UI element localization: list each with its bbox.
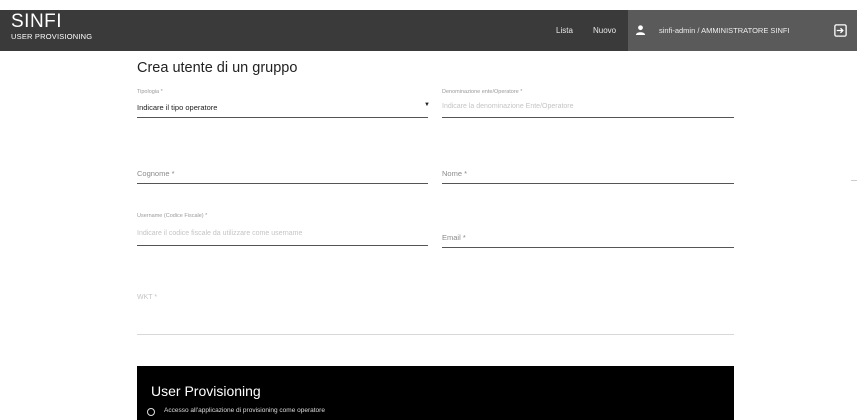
operator-access-radio[interactable] [147,408,155,416]
page-title: Crea utente di un gruppo [137,60,298,76]
denominazione-placeholder: Indicare la denominazione Ente/Operatore [442,103,574,110]
tipologia-value: Indicare il tipo operatore [137,103,218,112]
divider [851,180,857,181]
cognome-field[interactable]: Cognome * [137,164,428,184]
tipologia-select[interactable]: Indicare il tipo operatore [137,98,428,118]
email-field[interactable]: Email * [442,228,734,248]
email-label: Email * [442,233,466,242]
denominazione-label: Denominazione ente/Operatore * [442,89,523,95]
nome-field[interactable]: Nome * [442,164,734,184]
user-label: sinfi-admin / AMMINISTRATORE SINFI [659,26,790,35]
top-navbar: SINFI USER PROVISIONING Lista Nuovo sinf… [0,10,857,51]
cognome-label: Cognome * [137,169,175,178]
wkt-field[interactable]: WKT * [137,290,734,335]
chevron-down-icon[interactable]: ▼ [424,102,430,108]
operator-access-label[interactable]: Accesso all'applicazione di provisioning… [164,407,325,414]
brand-title: SINFI [11,11,63,32]
user-provisioning-panel: User Provisioning Accesso all'applicazio… [137,366,734,420]
user-menu[interactable]: sinfi-admin / AMMINISTRATORE SINFI [628,10,857,51]
user-icon [635,25,646,36]
panel-title: User Provisioning [151,383,261,399]
wkt-label: WKT * [137,294,158,301]
brand-logo[interactable]: SINFI USER PROVISIONING [11,11,93,42]
nav-lista-link[interactable]: Lista [556,10,573,51]
username-field[interactable]: Indicare il codice fiscale da utilizzare… [137,226,428,246]
brand-subtitle: USER PROVISIONING [11,32,93,41]
denominazione-field[interactable]: Indicare la denominazione Ente/Operatore [442,98,734,118]
nome-label: Nome * [442,169,468,178]
logout-icon[interactable] [833,23,848,38]
username-label: Username (Codice Fiscale) * [137,213,208,219]
nav-nuovo-link[interactable]: Nuovo [593,10,616,51]
username-placeholder: Indicare il codice fiscale da utilizzare… [137,230,303,237]
tipologia-label: Tipologia * [137,89,163,95]
